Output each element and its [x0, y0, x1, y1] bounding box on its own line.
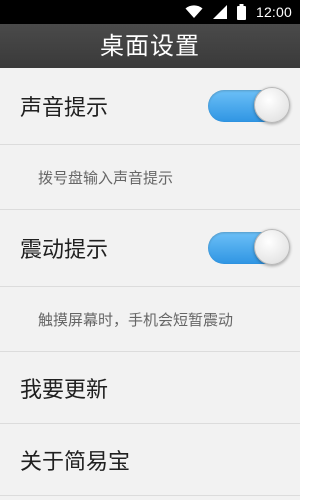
status-icons: 12:00: [185, 0, 292, 24]
page-title: 桌面设置: [100, 32, 200, 60]
status-bar: 12:00: [0, 0, 300, 24]
about-row[interactable]: 关于简易宝: [0, 424, 300, 496]
vibration-hint-description-row: 触摸屏幕时，手机会短暂震动: [0, 287, 300, 352]
vibration-hint-row[interactable]: 震动提示: [0, 210, 300, 287]
toggle-knob: [254, 229, 290, 265]
update-label: 我要更新: [20, 377, 109, 403]
battery-icon: [236, 4, 246, 20]
vibration-hint-toggle[interactable]: [208, 229, 290, 265]
update-row[interactable]: 我要更新: [0, 352, 300, 424]
sound-hint-description-row: 拨号盘输入声音提示: [0, 145, 300, 210]
sound-hint-description: 拨号盘输入声音提示: [38, 168, 174, 187]
toggle-knob: [254, 87, 290, 123]
bottom-edge: [0, 496, 300, 500]
sound-hint-label: 声音提示: [20, 96, 109, 121]
about-label: 关于简易宝: [20, 449, 131, 475]
sound-hint-toggle[interactable]: [208, 87, 290, 123]
title-bar: 桌面设置: [0, 24, 300, 68]
status-time: 12:00: [255, 4, 292, 20]
signal-icon: [212, 5, 227, 19]
vibration-hint-description: 触摸屏幕时，手机会短暂震动: [38, 310, 234, 329]
vibration-hint-label: 震动提示: [20, 238, 109, 263]
sound-hint-row[interactable]: 声音提示: [0, 68, 300, 145]
wifi-icon: [185, 5, 203, 19]
settings-screen: 12:00 桌面设置 声音提示 拨号盘输入声音提示 震动提示 触摸屏幕时，手机会…: [0, 0, 300, 500]
